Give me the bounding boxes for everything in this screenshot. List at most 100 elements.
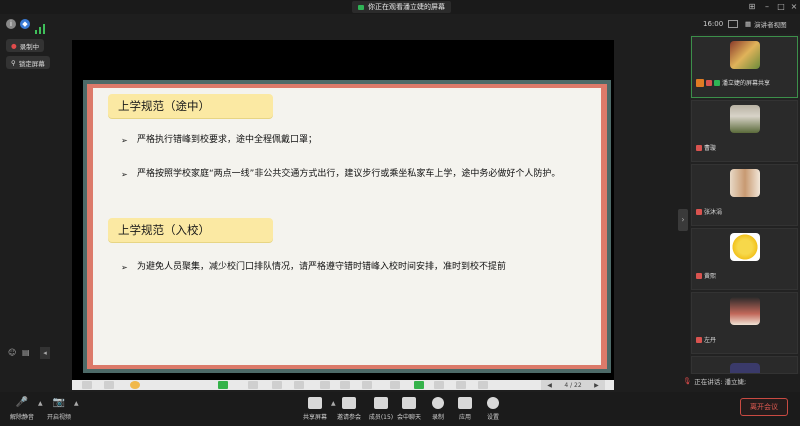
slides-icon[interactable] [104, 381, 114, 389]
apps-icon [458, 397, 472, 409]
fullscreen-icon[interactable] [728, 20, 738, 28]
pointer-icon[interactable] [218, 381, 228, 389]
share-icon[interactable] [456, 381, 466, 389]
video-off-icon: 📷 [52, 397, 66, 408]
participant-name-row: 曹璇 [696, 143, 716, 152]
share-screen-label: 共享屏幕 [302, 414, 327, 421]
participant-tile[interactable]: 左丹 [691, 292, 798, 354]
invite-icon [342, 397, 356, 409]
muted-mic-icon [696, 336, 702, 343]
mic-icon: 🎙 [683, 377, 692, 385]
clock: 16:00 [703, 20, 724, 28]
slide-bullet-2: ➢ 严格按照学校家庭“两点一线”非公共交通方式出行，建议步行或乘坐私家车上学，途… [121, 166, 576, 183]
highlighter-icon[interactable] [272, 381, 282, 389]
unmute-label: 解除静音 [9, 414, 34, 421]
annotate-icon[interactable]: ☺ [8, 348, 16, 357]
arrow-bullet-icon: ➢ [121, 263, 128, 272]
participant-name-row: 左丹 [696, 335, 716, 344]
recording-badge[interactable]: ● 录制中 [6, 39, 45, 52]
avatar [730, 41, 760, 69]
share-banner[interactable]: 你正在观看潘立婕的屏幕 [352, 1, 451, 13]
more-icon[interactable] [478, 381, 488, 389]
arrow-bullet-icon: ➢ [121, 136, 128, 145]
share-screen-icon [308, 397, 322, 409]
grid-toggle-icon[interactable] [414, 381, 424, 389]
meeting-window: 你正在观看潘立婕的屏幕 ⊞ – □ × i ◆ 16:00 ▦ 演讲者视图 ● … [0, 0, 800, 426]
text-icon[interactable] [320, 381, 330, 389]
invite-label: 邀请参会 [336, 414, 361, 421]
muted-mic-icon [696, 144, 702, 151]
participant-name: 左丹 [704, 337, 717, 344]
info-icon[interactable]: i [6, 19, 16, 29]
speaker-view-button[interactable]: ▦ 演讲者视图 [745, 19, 787, 29]
members-label: 成员(15) [368, 414, 394, 421]
avatar [730, 169, 760, 197]
participant-name: 潘立婕的屏幕共享 [722, 80, 771, 87]
participant-tile[interactable] [691, 356, 798, 374]
shield-icon[interactable]: ◆ [20, 19, 30, 29]
participant-name-row: 张沐涓 [696, 207, 722, 216]
avatar [730, 297, 760, 325]
collapse-left-icon[interactable]: ◂ [40, 347, 50, 359]
gear-icon [487, 397, 499, 409]
slide-bullet-3: ➢ 为避免人员聚集，减少校门口排队情况，请严格遵守错时错峰入校时间安排，准时到校… [121, 259, 561, 276]
record-dot-icon: ● [11, 41, 17, 50]
unmute-button[interactable]: 🎤 解除静音 [5, 397, 39, 421]
record-icon [432, 397, 444, 409]
arrow-bullet-icon: ➢ [121, 170, 128, 179]
slide-bullet-1: ➢ 严格执行错峰到校要求，途中全程佩戴口罩； [121, 132, 581, 149]
screen-share-icon [714, 79, 720, 86]
video-options-icon[interactable]: ▲ [74, 400, 79, 407]
participant-name-row: 潘立婕的屏幕共享 [696, 78, 770, 87]
lock-screen-label: 锁定屏幕 [18, 59, 45, 68]
recording-label: 录制中 [19, 42, 40, 51]
settings-button[interactable]: 设置 [476, 397, 510, 421]
chat-icon [402, 397, 416, 409]
participant-name: 曹璇 [704, 145, 717, 152]
minimize-icon[interactable]: – [762, 2, 772, 12]
pin-icon[interactable]: ⊞ [747, 2, 757, 12]
share-screen-button[interactable]: 共享屏幕 [298, 397, 332, 421]
start-video-label: 开启视频 [46, 414, 71, 421]
participant-name: 张沐涓 [704, 209, 723, 216]
speaking-label: 正在讲话: 潘立婕; [694, 378, 747, 386]
layout-icon[interactable]: ▤ [22, 348, 30, 357]
redo-icon[interactable] [362, 381, 372, 389]
settings-label: 设置 [486, 414, 499, 421]
lock-icon: ⚲ [11, 58, 16, 67]
muted-mic-icon: 🎤 [15, 397, 29, 408]
next-page-icon[interactable]: ▶ [594, 382, 599, 389]
avatar [730, 105, 760, 133]
lock-screen-button[interactable]: ⚲ 锁定屏幕 [6, 56, 50, 69]
participant-tile[interactable]: 张沐涓 [691, 164, 798, 226]
note-icon[interactable] [434, 381, 444, 389]
chat-label: 会中聊天 [396, 414, 421, 421]
participant-tile[interactable]: 黄熙 [691, 228, 798, 290]
participant-tile[interactable]: 潘立婕的屏幕共享 [691, 36, 798, 98]
invite-button[interactable]: 邀请参会 [332, 397, 366, 421]
menu-icon[interactable] [82, 381, 92, 389]
collapse-panel-icon[interactable]: › [678, 209, 688, 231]
participant-tile[interactable]: 曹璇 [691, 100, 798, 162]
emoji-icon[interactable] [130, 381, 140, 389]
start-video-button[interactable]: 📷 开启视频 [42, 397, 76, 421]
grid-icon: ▦ [745, 20, 752, 28]
page-indicator[interactable]: ◀ 4 / 22 ▶ [541, 380, 605, 390]
eraser-icon[interactable] [294, 381, 304, 389]
leave-meeting-button[interactable]: 离开会议 [740, 398, 788, 416]
record-label: 录制 [431, 414, 444, 421]
prev-page-icon[interactable]: ◀ [547, 382, 552, 389]
speaker-view-label: 演讲者视图 [754, 21, 787, 29]
slide-heading-2: 上学规范（入校） [108, 218, 273, 242]
muted-mic-icon [696, 272, 702, 279]
members-icon [374, 397, 388, 409]
muted-mic-icon [706, 79, 712, 86]
slide-content: 上学规范（途中） ➢ 严格执行错峰到校要求，途中全程佩戴口罩； ➢ 严格按照学校… [93, 88, 601, 365]
undo-icon[interactable] [340, 381, 350, 389]
screen-share-icon [358, 4, 364, 10]
pen-icon[interactable] [248, 381, 258, 389]
signal-icon[interactable] [35, 19, 45, 34]
maximize-icon[interactable]: □ [776, 2, 786, 12]
zoom-icon[interactable] [390, 381, 400, 389]
close-icon[interactable]: × [789, 2, 799, 12]
